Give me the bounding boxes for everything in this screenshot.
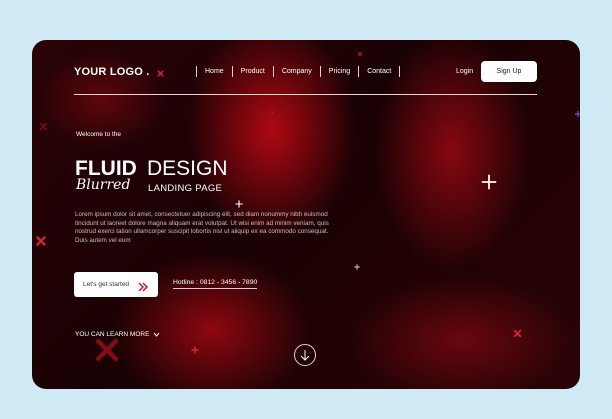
cross-sparkle-icon xyxy=(95,338,119,362)
cross-sparkle-icon xyxy=(513,329,522,338)
cross-sparkle-icon xyxy=(235,200,243,208)
nav-item-pricing[interactable]: Pricing xyxy=(321,68,358,75)
main-nav: Home Product Company Pricing Contact xyxy=(196,65,401,78)
scroll-down-button[interactable] xyxy=(294,344,316,366)
nav-item-home[interactable]: Home xyxy=(197,68,232,75)
cross-sparkle-icon xyxy=(191,346,199,354)
hero-title-light: DESIGN xyxy=(147,157,228,180)
arrow-down-icon xyxy=(300,350,310,361)
nav-item-company[interactable]: Company xyxy=(274,68,320,75)
signup-button[interactable]: Sign Up xyxy=(481,61,537,82)
cross-sparkle-icon xyxy=(354,264,360,270)
cross-sparkle-icon xyxy=(270,110,276,116)
brand-logo[interactable]: YOUR LOGO . xyxy=(74,66,150,78)
hero-script-word: Blurred xyxy=(76,177,131,193)
double-chevron-right-icon xyxy=(138,279,149,297)
cross-sparkle-icon xyxy=(481,174,497,190)
nav-item-contact[interactable]: Contact xyxy=(359,68,399,75)
landing-card: YOUR LOGO . Home Product Company Pricing… xyxy=(32,40,580,389)
cross-sparkle-icon xyxy=(157,70,164,77)
hotline-link[interactable]: Hotline : 0812 - 3456 - 7890 xyxy=(173,279,258,289)
nav-item-product[interactable]: Product xyxy=(233,68,273,75)
hero-title-bold: FLUID xyxy=(75,157,137,180)
get-started-label: Let's get started xyxy=(83,281,130,288)
hero-subtitle: LANDING PAGE xyxy=(148,183,223,194)
nav-divider xyxy=(399,66,401,77)
login-link[interactable]: Login xyxy=(456,68,473,75)
cross-sparkle-icon xyxy=(36,236,46,246)
cross-sparkle-icon xyxy=(575,111,580,117)
hero-body-text: Lorem ipsum dolor sit amet, consectetuer… xyxy=(75,211,329,244)
cross-sparkle-icon xyxy=(357,51,363,57)
hero-welcome: Welcome to the xyxy=(76,131,122,138)
header-divider xyxy=(74,94,537,95)
get-started-button[interactable]: Let's get started xyxy=(74,272,158,297)
chevron-down-icon xyxy=(154,332,160,337)
cross-sparkle-icon xyxy=(39,122,48,131)
